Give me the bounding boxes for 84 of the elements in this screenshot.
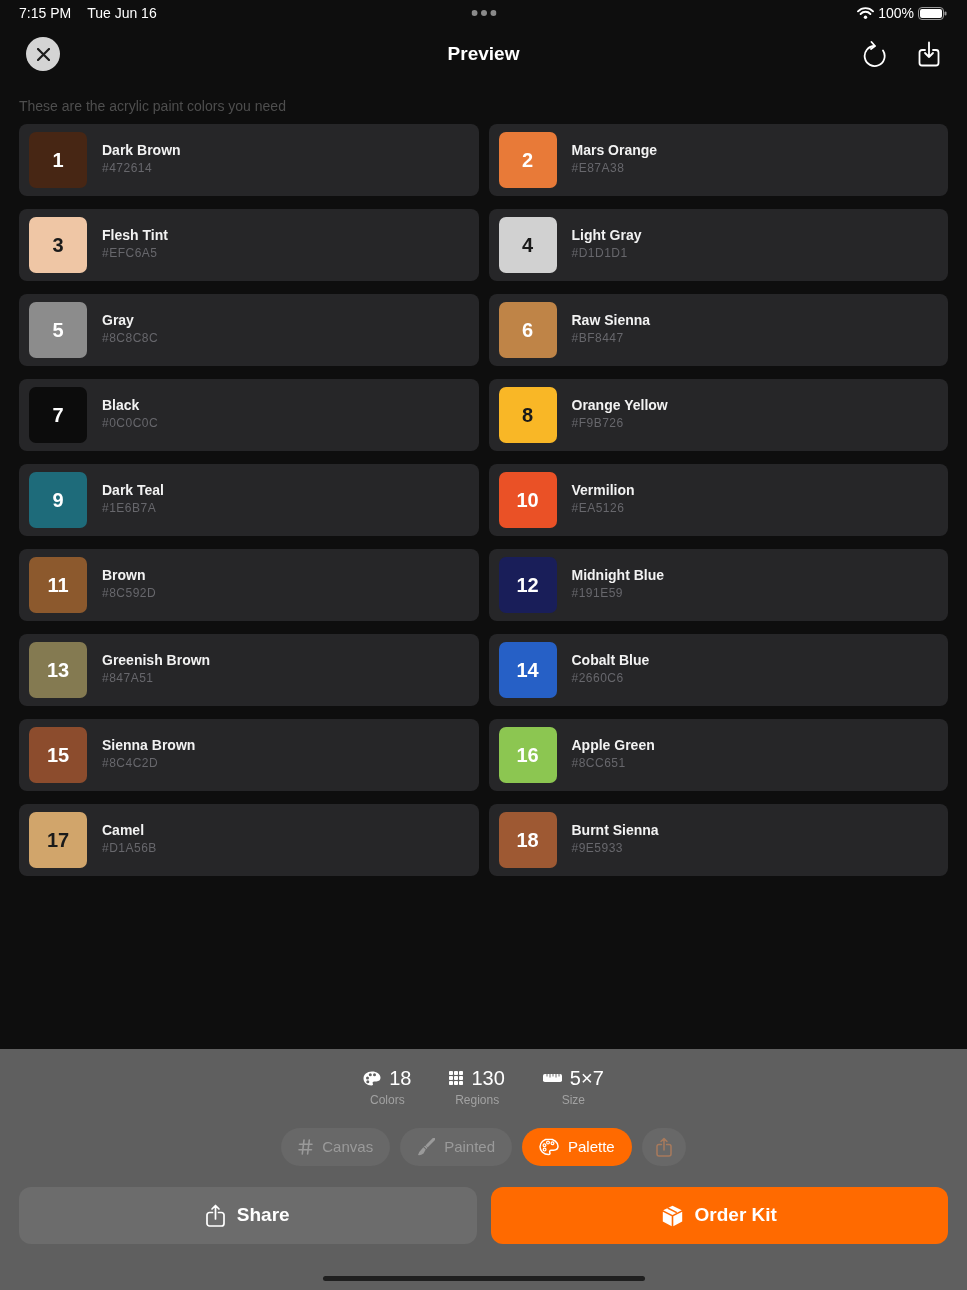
paint-name: Mars Orange (571, 141, 658, 159)
color-swatch: 10 (498, 472, 557, 528)
stat-value: 5×7 (569, 1066, 604, 1090)
download-icon[interactable] (917, 41, 941, 67)
hex-code: #F9B726 (571, 415, 624, 431)
hex-code: #847A51 (102, 670, 154, 686)
paint-name: Apple Green (571, 736, 655, 754)
color-swatch: 13 (29, 642, 87, 698)
hex-code: #8C4C2D (102, 755, 159, 771)
hex-code: #8CC651 (571, 755, 626, 771)
palette-icon (539, 1138, 559, 1156)
paint-name: Orange Yellow (571, 396, 668, 414)
share-button[interactable]: Share (19, 1187, 477, 1244)
view-tab[interactable]: Palette (522, 1128, 632, 1166)
color-swatch: 4 (498, 217, 557, 273)
hex-code: #0C0C0C (102, 415, 159, 431)
hex-code: #E87A38 (571, 160, 625, 176)
refresh-icon[interactable] (862, 40, 887, 68)
paint-name: Greenish Brown (102, 651, 211, 669)
hex-code: #1E6B7A (102, 500, 157, 516)
close-button[interactable] (26, 37, 60, 71)
close-icon (36, 47, 50, 61)
share-icon (205, 1204, 225, 1227)
hex-code: #8C592D (102, 585, 157, 601)
battery-icon (918, 6, 947, 20)
hex-code: #2660C6 (571, 670, 624, 686)
order-kit-button[interactable]: Order Kit (490, 1187, 948, 1244)
color-swatch: 14 (498, 642, 557, 698)
paint-name: Midnight Blue (571, 566, 665, 584)
hex-code: #EFC6A5 (102, 245, 158, 261)
paint-name: Sienna Brown (102, 736, 196, 754)
battery-percent: 100% (878, 3, 914, 23)
color-swatch: 17 (29, 812, 87, 868)
hex-code: #D1D1D1 (571, 245, 628, 261)
grid-icon (449, 1071, 464, 1085)
hex-code: #EA5126 (571, 500, 625, 516)
color-swatch: 6 (498, 302, 557, 358)
stat-label: Colors (370, 1092, 405, 1108)
hex-code: #BF8447 (571, 330, 624, 346)
paint-name: Flesh Tint (102, 226, 168, 244)
box-icon (661, 1204, 683, 1227)
paint-name: Camel (102, 821, 145, 839)
hex-code: #191E59 (571, 585, 624, 601)
color-swatch: 2 (498, 132, 557, 188)
hex-code: #472614 (102, 160, 153, 176)
stat-label: Regions (455, 1092, 500, 1108)
hex-code: #9E5933 (571, 840, 624, 856)
color-swatch: 5 (29, 302, 87, 358)
color-swatch: 8 (498, 387, 557, 443)
paintbrush-icon (417, 1138, 436, 1156)
screen-title: Preview (447, 41, 520, 66)
paint-name: Vermilion (571, 481, 635, 499)
status-date: Tue Jun 16 (87, 3, 157, 23)
color-swatch: 1 (29, 132, 87, 188)
color-swatch: 12 (498, 557, 557, 613)
wifi-icon (857, 7, 875, 19)
paint-name: Cobalt Blue (571, 651, 650, 669)
paint-name: Light Gray (571, 226, 642, 244)
color-swatch: 7 (29, 387, 87, 443)
hex-code: #8C8C8C (102, 330, 159, 346)
stat-value: 18 (389, 1066, 412, 1090)
instruction-text: These are the acrylic paint colors you need (18, 97, 287, 114)
paint-name: Brown (102, 566, 146, 584)
color-swatch: 18 (498, 812, 557, 868)
palette-icon (363, 1070, 382, 1086)
color-swatch: 11 (29, 557, 87, 613)
ruler-icon (542, 1074, 562, 1082)
hash-icon (298, 1139, 314, 1155)
status-time: 7:15 PM (19, 3, 72, 23)
ellipsis-icon[interactable] (471, 10, 496, 16)
paint-name: Black (102, 396, 140, 414)
color-swatch: 9 (29, 472, 87, 528)
share-icon (655, 1137, 672, 1157)
paint-name: Dark Brown (102, 141, 181, 159)
paint-name: Dark Teal (102, 481, 164, 499)
color-swatch: 3 (29, 217, 87, 273)
stat-label: Size (561, 1092, 585, 1108)
color-swatch: 16 (498, 727, 557, 783)
hex-code: #D1A56B (102, 840, 157, 856)
paint-name: Burnt Sienna (571, 821, 659, 839)
paint-name: Raw Sienna (571, 311, 651, 329)
color-swatch: 15 (29, 727, 87, 783)
paint-name: Gray (102, 311, 134, 329)
stat-value: 130 (471, 1066, 505, 1090)
